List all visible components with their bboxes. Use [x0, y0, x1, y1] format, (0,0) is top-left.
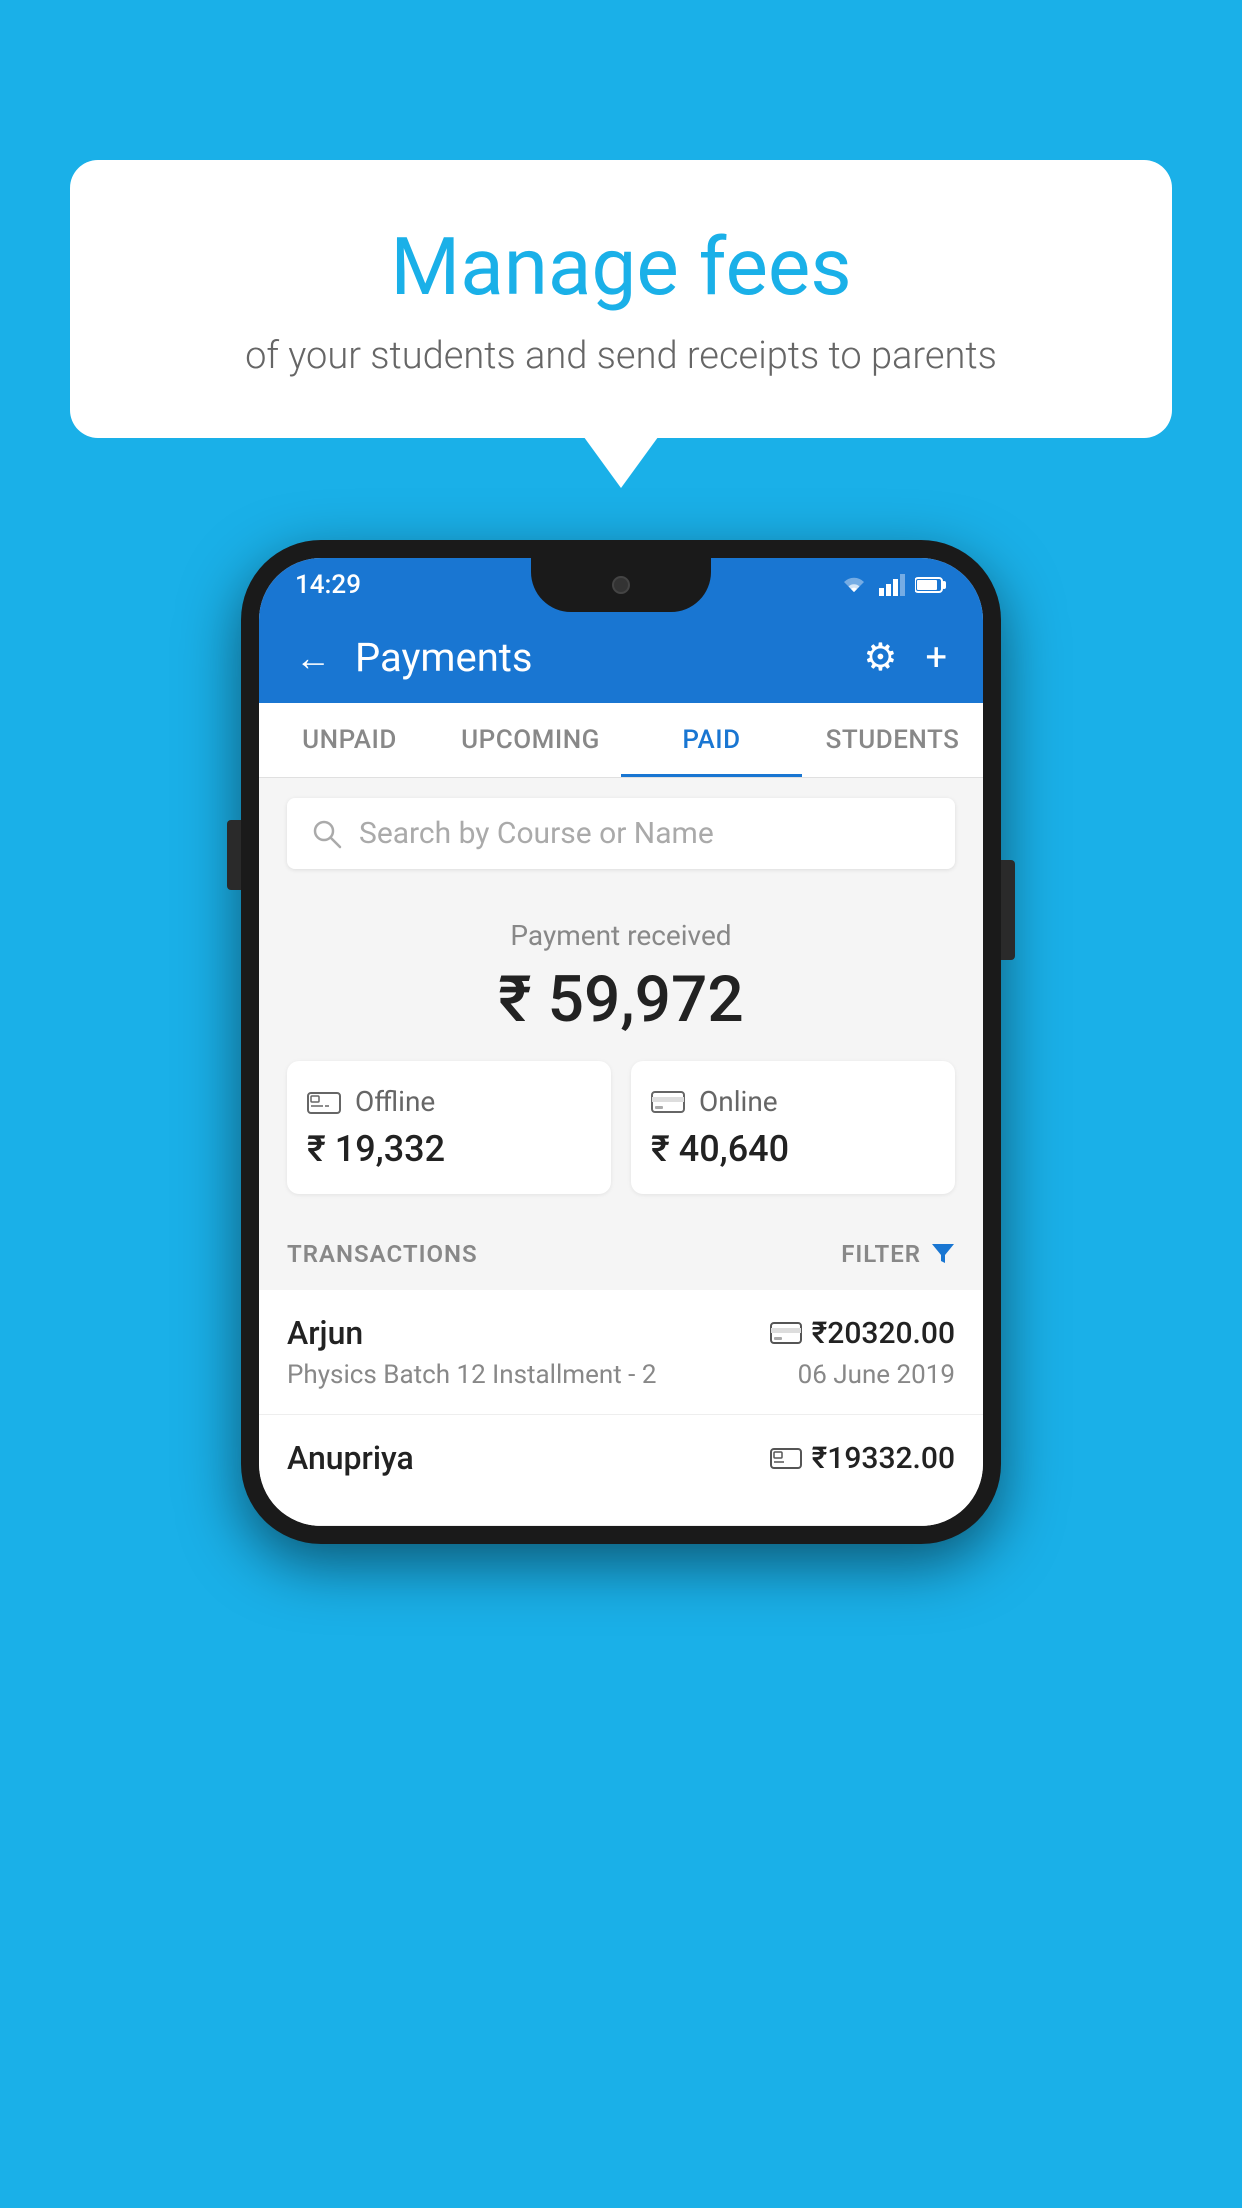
wifi-icon	[839, 574, 869, 596]
tab-students[interactable]: STUDENTS	[802, 703, 983, 777]
filter-icon	[931, 1243, 955, 1265]
payment-label: Payment received	[287, 919, 955, 952]
filter-label: FILTER	[841, 1240, 921, 1268]
speech-bubble: Manage fees of your students and send re…	[70, 160, 1172, 438]
online-card-header: Online	[651, 1085, 935, 1118]
tab-paid[interactable]: PAID	[621, 703, 802, 777]
transaction-course-1: Physics Batch 12 Installment - 2	[287, 1360, 656, 1390]
header-left: ← Payments	[295, 634, 533, 681]
speech-bubble-subtext: of your students and send receipts to pa…	[150, 334, 1092, 378]
filter-container[interactable]: FILTER	[841, 1240, 955, 1268]
payment-amount: ₹ 59,972	[287, 962, 955, 1037]
offline-card-header: Offline	[307, 1085, 591, 1118]
online-icon	[651, 1089, 685, 1115]
payment-summary: Payment received ₹ 59,972	[259, 889, 983, 1218]
online-card: Online ₹ 40,640	[631, 1061, 955, 1194]
transaction-bottom-1: Physics Batch 12 Installment - 2 06 June…	[287, 1360, 955, 1390]
battery-icon	[915, 576, 947, 594]
offline-card: Offline ₹ 19,332	[287, 1061, 611, 1194]
phone-notch	[531, 558, 711, 612]
transaction-amount-2: ₹19332.00	[812, 1441, 955, 1476]
settings-icon[interactable]: ⚙	[863, 635, 897, 680]
add-button[interactable]: +	[925, 636, 947, 680]
payment-cards: Offline ₹ 19,332	[287, 1061, 955, 1194]
transaction-row-2: Anupriya ₹19332.00	[259, 1415, 983, 1526]
online-label: Online	[699, 1085, 778, 1118]
transaction-name-1: Arjun	[287, 1314, 363, 1352]
speech-bubble-container: Manage fees of your students and send re…	[70, 160, 1172, 438]
search-icon	[311, 818, 343, 850]
transaction-card-icon-1	[770, 1321, 802, 1345]
tab-upcoming[interactable]: UPCOMING	[440, 703, 621, 777]
search-placeholder: Search by Course or Name	[359, 816, 714, 851]
online-amount: ₹ 40,640	[651, 1128, 935, 1170]
status-time: 14:29	[295, 570, 361, 600]
status-icons	[839, 574, 947, 596]
offline-icon	[307, 1088, 341, 1116]
transaction-top-1: Arjun ₹20320.00	[287, 1314, 955, 1352]
phone-screen: 14:29	[259, 558, 983, 1526]
page-title: Payments	[355, 634, 533, 681]
transaction-amount-container-2: ₹19332.00	[770, 1441, 955, 1476]
offline-label: Offline	[355, 1085, 435, 1118]
transactions-label: TRANSACTIONS	[287, 1240, 478, 1268]
back-button[interactable]: ←	[295, 637, 331, 679]
transactions-header: TRANSACTIONS FILTER	[259, 1218, 983, 1290]
offline-amount: ₹ 19,332	[307, 1128, 591, 1170]
tabs-container: UNPAID UPCOMING PAID STUDENTS	[259, 703, 983, 778]
speech-bubble-heading: Manage fees	[150, 220, 1092, 314]
transaction-date-1: 06 June 2019	[798, 1360, 955, 1390]
transaction-top-2: Anupriya ₹19332.00	[287, 1439, 955, 1477]
app-header: ← Payments ⚙ +	[259, 612, 983, 703]
signal-icon	[879, 574, 905, 596]
search-container: Search by Course or Name	[259, 778, 983, 889]
header-right: ⚙ +	[863, 635, 947, 680]
transaction-wallet-icon	[770, 1445, 802, 1471]
tab-unpaid[interactable]: UNPAID	[259, 703, 440, 777]
phone-mockup: 14:29	[241, 540, 1001, 1544]
phone-body: 14:29	[241, 540, 1001, 1544]
camera-dot	[612, 576, 630, 594]
transaction-amount-1: ₹20320.00	[812, 1316, 955, 1351]
search-bar[interactable]: Search by Course or Name	[287, 798, 955, 869]
transaction-row: Arjun ₹20320.00 Physics Batch	[259, 1290, 983, 1415]
transaction-name-2: Anupriya	[287, 1439, 414, 1477]
transaction-amount-container-1: ₹20320.00	[770, 1316, 955, 1351]
